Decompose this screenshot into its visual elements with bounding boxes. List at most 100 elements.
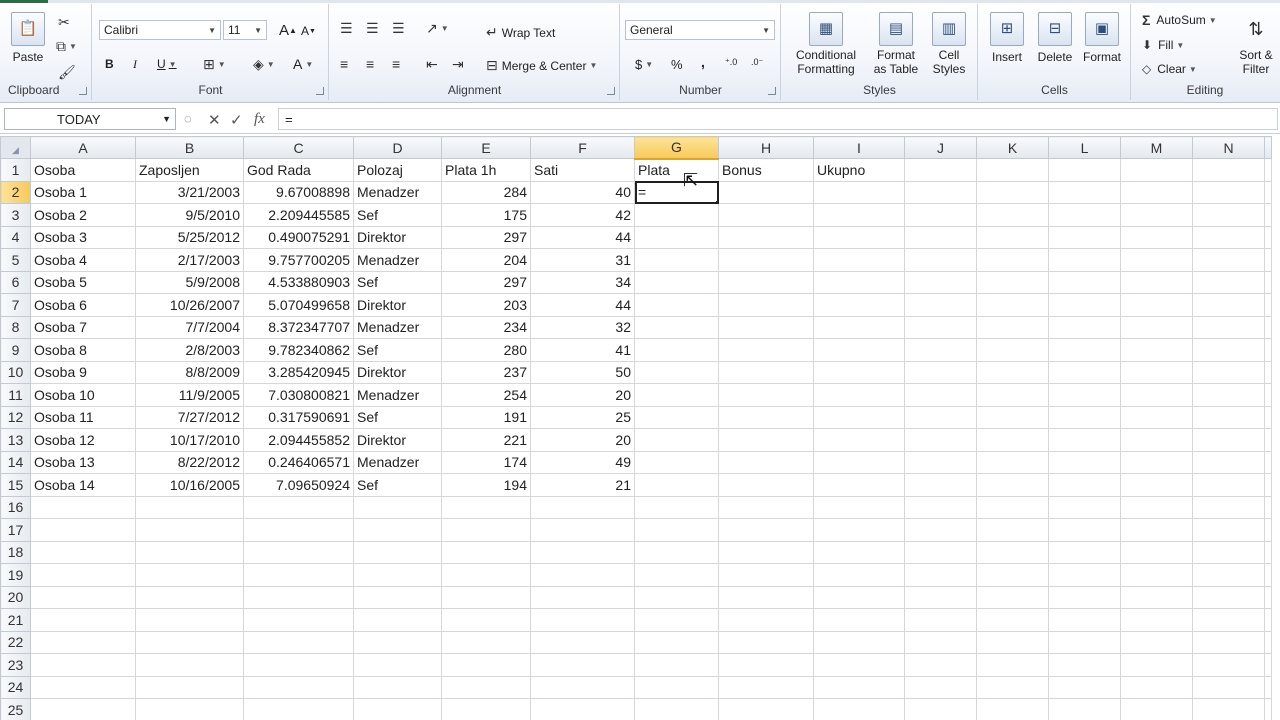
cell-a22[interactable]: [30, 630, 136, 654]
cell-b14[interactable]: 8/22/2012: [135, 450, 244, 474]
cell-c7[interactable]: 5.070499658: [243, 293, 354, 317]
cell-b2[interactable]: 3/21/2003: [135, 180, 244, 204]
cell-l2[interactable]: [1048, 180, 1121, 204]
cell-a16[interactable]: [30, 495, 136, 519]
cell-n22[interactable]: [1192, 630, 1265, 654]
cell-f24[interactable]: [530, 675, 635, 699]
increase-indent-button[interactable]: ⇥: [452, 56, 464, 73]
cell-j20[interactable]: [904, 585, 977, 609]
cell-n5[interactable]: [1192, 248, 1265, 272]
shrink-font-button[interactable]: A ▼: [301, 24, 316, 38]
cell-j9[interactable]: [904, 338, 977, 362]
cell-g6[interactable]: [634, 270, 719, 294]
cell-a18[interactable]: [30, 540, 136, 564]
cell-c19[interactable]: [243, 563, 354, 587]
column-header-i[interactable]: I: [813, 136, 905, 159]
currency-button[interactable]: $ ▼: [635, 57, 653, 72]
cell-b7[interactable]: 10/26/2007: [135, 293, 244, 317]
cell-k8[interactable]: [976, 315, 1049, 339]
formula-input[interactable]: =: [278, 108, 1278, 130]
cell-f21[interactable]: [530, 608, 635, 632]
cell-i15[interactable]: [813, 473, 905, 497]
cell-f8[interactable]: 32: [530, 315, 635, 339]
cell-d9[interactable]: Sef: [353, 338, 442, 362]
row-header-13[interactable]: 13: [0, 428, 31, 452]
cell-x7[interactable]: [1264, 293, 1272, 317]
cell-e25[interactable]: [441, 698, 531, 720]
cell-h21[interactable]: [718, 608, 814, 632]
cell-k14[interactable]: [976, 450, 1049, 474]
cell-g20[interactable]: [634, 585, 719, 609]
cell-g8[interactable]: [634, 315, 719, 339]
cell-k10[interactable]: [976, 360, 1049, 384]
copy-button[interactable]: ⧉ ▼: [56, 38, 77, 55]
row-header-4[interactable]: 4: [0, 225, 31, 249]
cell-l19[interactable]: [1048, 563, 1121, 587]
cell-k23[interactable]: [976, 653, 1049, 677]
cell-g25[interactable]: [634, 698, 719, 720]
cell-n1[interactable]: [1192, 158, 1265, 182]
cell-i19[interactable]: [813, 563, 905, 587]
cell-e14[interactable]: 174: [441, 450, 531, 474]
cell-d15[interactable]: Sef: [353, 473, 442, 497]
cell-f4[interactable]: 44: [530, 225, 635, 249]
cell-d19[interactable]: [353, 563, 442, 587]
cell-i4[interactable]: [813, 225, 905, 249]
cell-m19[interactable]: [1120, 563, 1193, 587]
cell-n8[interactable]: [1192, 315, 1265, 339]
cell-n3[interactable]: [1192, 203, 1265, 227]
cell-n13[interactable]: [1192, 428, 1265, 452]
cell-d3[interactable]: Sef: [353, 203, 442, 227]
cell-n21[interactable]: [1192, 608, 1265, 632]
cell-h8[interactable]: [718, 315, 814, 339]
cell-g13[interactable]: [634, 428, 719, 452]
column-header-g[interactable]: G: [634, 136, 719, 160]
cell-n9[interactable]: [1192, 338, 1265, 362]
cell-h18[interactable]: [718, 540, 814, 564]
cell-b1[interactable]: Zaposljen: [135, 158, 244, 182]
column-header-j[interactable]: J: [904, 136, 977, 159]
cell-d5[interactable]: Menadzer: [353, 248, 442, 272]
cell-l25[interactable]: [1048, 698, 1121, 720]
cell-n15[interactable]: [1192, 473, 1265, 497]
cell-f3[interactable]: 42: [530, 203, 635, 227]
number-launcher-icon[interactable]: [768, 87, 776, 95]
cell-n20[interactable]: [1192, 585, 1265, 609]
cell-x1[interactable]: [1264, 158, 1272, 182]
cell-k20[interactable]: [976, 585, 1049, 609]
cell-b8[interactable]: 7/7/2004: [135, 315, 244, 339]
insert-button[interactable]: ⊞ Insert: [985, 12, 1029, 64]
cell-h15[interactable]: [718, 473, 814, 497]
cell-j3[interactable]: [904, 203, 977, 227]
cell-m7[interactable]: [1120, 293, 1193, 317]
cell-l22[interactable]: [1048, 630, 1121, 654]
cell-b17[interactable]: [135, 518, 244, 542]
cell-a9[interactable]: Osoba 8: [30, 338, 136, 362]
cell-k18[interactable]: [976, 540, 1049, 564]
cell-d10[interactable]: Direktor: [353, 360, 442, 384]
cell-d11[interactable]: Menadzer: [353, 383, 442, 407]
cell-m12[interactable]: [1120, 405, 1193, 429]
cell-j16[interactable]: [904, 495, 977, 519]
cell-i22[interactable]: [813, 630, 905, 654]
cell-m4[interactable]: [1120, 225, 1193, 249]
cell-d17[interactable]: [353, 518, 442, 542]
cell-c9[interactable]: 9.782340862: [243, 338, 354, 362]
cell-l4[interactable]: [1048, 225, 1121, 249]
cell-l8[interactable]: [1048, 315, 1121, 339]
cell-a23[interactable]: [30, 653, 136, 677]
cell-m18[interactable]: [1120, 540, 1193, 564]
cell-x14[interactable]: [1264, 450, 1272, 474]
cell-b18[interactable]: [135, 540, 244, 564]
cell-c8[interactable]: 8.372347707: [243, 315, 354, 339]
align-right-button[interactable]: ≡: [392, 56, 400, 72]
cell-m10[interactable]: [1120, 360, 1193, 384]
cell-e15[interactable]: 194: [441, 473, 531, 497]
cell-f23[interactable]: [530, 653, 635, 677]
cell-c2[interactable]: 9.67008898: [243, 180, 354, 204]
row-header-25[interactable]: 25: [0, 698, 31, 720]
cell-d22[interactable]: [353, 630, 442, 654]
cell-a6[interactable]: Osoba 5: [30, 270, 136, 294]
cell-g18[interactable]: [634, 540, 719, 564]
align-left-button[interactable]: ≡: [340, 56, 348, 72]
